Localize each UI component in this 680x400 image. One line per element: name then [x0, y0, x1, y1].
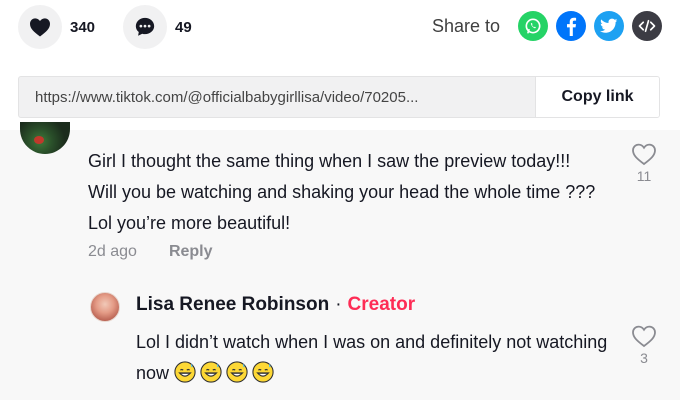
comment-action[interactable]: 49	[123, 5, 192, 49]
share-link-bar: https://www.tiktok.com/@officialbabygirl…	[18, 76, 660, 118]
twitter-glyph	[600, 18, 618, 33]
heart-icon	[30, 18, 50, 37]
grinning-sweat-emoji	[226, 361, 248, 383]
like-count: 340	[70, 18, 96, 36]
whatsapp-glyph	[525, 18, 541, 34]
comment-meta: 2d ago Reply	[88, 243, 213, 261]
facebook-icon[interactable]	[556, 11, 586, 41]
comment-like-count: 11	[636, 168, 652, 184]
embed-glyph	[638, 19, 656, 33]
comments-section: Girl I thought the same thing when I saw…	[0, 122, 680, 400]
creator-badge: Creator	[347, 294, 416, 315]
reply-button[interactable]: Reply	[169, 243, 213, 261]
comment-count: 49	[175, 18, 192, 36]
comment-bubble-icon	[135, 17, 155, 36]
heart-outline-icon[interactable]	[631, 142, 657, 166]
twitter-icon[interactable]	[594, 11, 624, 41]
whatsapp-icon[interactable]	[518, 11, 548, 41]
share-label: Share to	[431, 15, 500, 36]
emoji-group	[174, 361, 278, 383]
reply-text: Lol I didn’t watch when I was on and def…	[136, 327, 616, 389]
reply-like[interactable]: 3	[629, 324, 659, 366]
engagement-bar: 340 49	[18, 5, 220, 49]
comment-text: Girl I thought the same thing when I saw…	[88, 151, 596, 233]
commenter-avatar[interactable]	[20, 122, 70, 154]
creator-avatar[interactable]	[90, 292, 120, 322]
facebook-glyph	[567, 17, 577, 36]
reply-author-name[interactable]: Lisa Renee Robinson	[136, 294, 329, 316]
embed-code-icon[interactable]	[632, 11, 662, 41]
reply-like-count: 3	[640, 350, 648, 366]
reply-author-line: Lisa Renee Robinson · Creator	[136, 294, 415, 316]
author-separator: ·	[335, 294, 342, 315]
share-row: Share to	[432, 11, 662, 41]
like-button[interactable]	[18, 5, 62, 49]
grinning-sweat-emoji	[174, 361, 196, 383]
grinning-sweat-emoji	[200, 361, 222, 383]
comment-like[interactable]: 11	[629, 142, 659, 184]
comment-timestamp: 2d ago	[88, 243, 137, 260]
copy-link-button[interactable]: Copy link	[535, 77, 659, 117]
heart-outline-icon[interactable]	[631, 324, 657, 348]
video-url-field[interactable]: https://www.tiktok.com/@officialbabygirl…	[19, 77, 535, 117]
comment-button[interactable]	[123, 5, 168, 49]
like-action[interactable]: 340	[18, 5, 95, 49]
grinning-sweat-emoji	[252, 361, 274, 383]
